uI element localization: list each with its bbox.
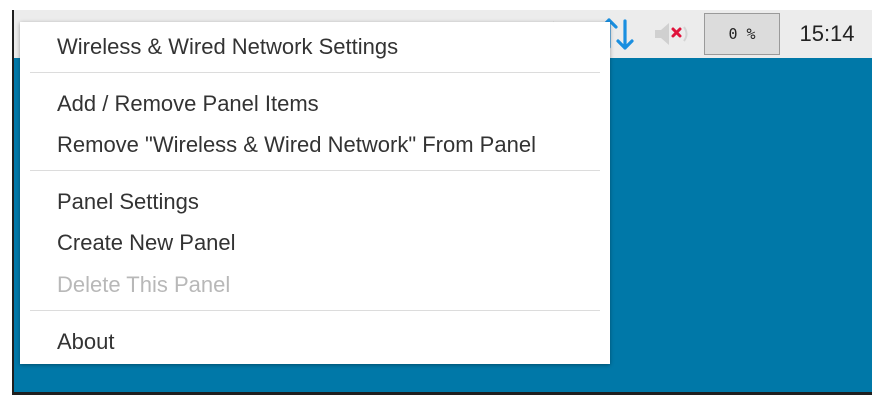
menu-item-about[interactable]: About	[20, 323, 610, 361]
menu-separator	[30, 72, 600, 73]
menu-item-label: Delete This Panel	[57, 272, 231, 297]
menu-separator	[30, 170, 600, 171]
menu-item-label: About	[57, 329, 115, 354]
menu-item-label: Panel Settings	[57, 189, 199, 214]
menu-item-network-settings[interactable]: Wireless & Wired Network Settings	[20, 28, 610, 66]
clock-time: 15:14	[799, 21, 855, 46]
cpu-monitor[interactable]: 0 %	[704, 13, 780, 55]
window-frame-bottom	[12, 392, 872, 395]
volume-muted-icon	[655, 23, 688, 45]
menu-item-panel-settings[interactable]: Panel Settings	[20, 183, 610, 221]
menu-separator	[30, 310, 600, 311]
panel-context-menu: Wireless & Wired Network Settings Add / …	[20, 22, 610, 364]
menu-item-label: Create New Panel	[57, 230, 236, 255]
menu-item-delete-panel: Delete This Panel	[20, 266, 610, 304]
menu-item-label: Add / Remove Panel Items	[57, 91, 319, 116]
tray-volume[interactable]	[648, 10, 698, 58]
menu-item-label: Remove "Wireless & Wired Network" From P…	[57, 132, 536, 157]
window-frame-left	[12, 10, 14, 394]
cpu-usage-value: 0 %	[728, 25, 756, 43]
menu-item-remove-plugin[interactable]: Remove "Wireless & Wired Network" From P…	[20, 126, 610, 164]
screen: 0 % 15:14 Wireless & Wired Network Setti…	[0, 0, 872, 401]
clock[interactable]: 15:14	[788, 10, 866, 58]
menu-item-add-remove-panel-items[interactable]: Add / Remove Panel Items	[20, 85, 610, 123]
menu-item-create-new-panel[interactable]: Create New Panel	[20, 224, 610, 262]
menu-item-label: Wireless & Wired Network Settings	[57, 34, 399, 59]
